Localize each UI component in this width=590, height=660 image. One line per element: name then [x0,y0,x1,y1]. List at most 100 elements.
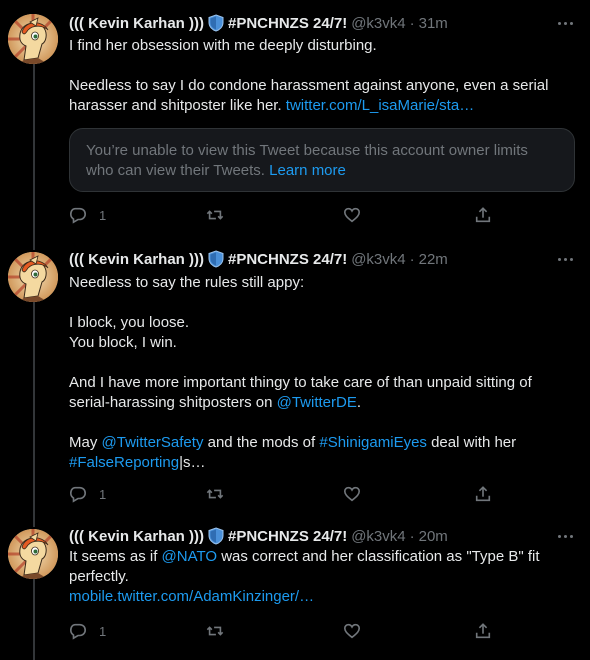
like-button[interactable] [343,205,361,225]
like-button[interactable] [343,484,361,504]
tweet-line: mobile.twitter.com/AdamKinzinger/… [69,587,569,607]
timestamp[interactable]: 22m [419,251,448,268]
display-name[interactable]: ((( Kevin Karhan ))) [69,15,204,32]
share-button[interactable] [474,484,492,504]
tweet-link[interactable]: @NATO [162,548,218,565]
tweet-line: perfectly. [69,567,569,587]
tweet-link[interactable]: #FalseReporting [69,454,179,471]
reply-count: 1 [99,486,107,502]
reply-button[interactable]: 1 [69,484,106,504]
display-name[interactable]: ((( Kevin Karhan ))) [69,528,204,545]
more-icon[interactable] [555,13,575,33]
tweet-link[interactable]: @TwitterSafety [102,434,204,451]
separator: · [409,14,415,32]
tweet-header: ((( Kevin Karhan ))) #PNCHNZS 24/7! @k3v… [69,13,448,33]
tweet-line: Needless to say I do condone harassment … [69,76,569,96]
handle[interactable]: @k3vk4 [351,251,405,268]
tweet-line [69,353,569,373]
tweet-text-segment: And I have more important thingy to take… [69,374,532,391]
retweet-button[interactable] [206,621,224,641]
separator: · [409,527,415,545]
like-button[interactable] [343,621,361,641]
more-icon[interactable] [555,249,575,269]
share-icon [475,486,491,502]
display-name[interactable]: ((( Kevin Karhan ))) [69,251,204,268]
name-tag: #PNCHNZS 24/7! [228,250,348,268]
tweet-text-segment: deal with her [426,434,517,451]
tweet-line: harasser and shitposter like her. twitte… [69,96,569,116]
tweet-text: Needless to say the rules still appy: I b… [69,273,569,473]
tweet-text-segment: I block, you loose. [69,314,190,331]
tweet-header: ((( Kevin Karhan ))) #PNCHNZS 24/7! @k3v… [69,249,448,269]
thread-line [33,60,35,238]
tweet-text: It seems as if @NATO was correct and her… [69,547,569,607]
separator: · [409,250,415,268]
tweet-line: Needless to say the rules still appy: [69,273,569,293]
name-tag: #PNCHNZS 24/7! [228,527,348,545]
tweet-header: ((( Kevin Karhan ))) #PNCHNZS 24/7! @k3v… [69,526,448,546]
tweet-text-segment: Needless to say I do condone harassment … [69,77,549,94]
thread-line [33,515,35,527]
more-icon[interactable] [555,526,575,546]
handle[interactable]: @k3vk4 [351,15,405,32]
tweet-link[interactable]: mobile.twitter.com/AdamKinzinger/… [69,588,314,605]
tweet-line: May @TwitterSafety and the mods of #Shin… [69,433,569,453]
timestamp[interactable]: 20m [419,528,448,545]
tweet-line: You block, I win. [69,333,569,353]
handle[interactable]: @k3vk4 [351,528,405,545]
tweet-text-segment: and the mods of [203,434,320,451]
thread-line [33,238,35,250]
tweet-text-segment: . [356,394,362,411]
timestamp[interactable]: 31m [419,15,448,32]
like-icon [343,623,361,639]
tweet-3[interactable]: ((( Kevin Karhan ))) #PNCHNZS 24/7! @k3v… [0,515,590,660]
tweet-link[interactable]: @TwitterDE [277,394,357,411]
retweet-button[interactable] [206,205,224,225]
tweet-text-segment: serial-harassing shitposters on [69,394,277,411]
tweet-2[interactable]: ((( Kevin Karhan ))) #PNCHNZS 24/7! @k3v… [0,238,590,515]
shield-icon [208,250,224,268]
tweet-line: And I have more important thingy to take… [69,373,569,393]
share-button[interactable] [474,621,492,641]
share-button[interactable] [474,205,492,225]
share-icon [475,623,491,639]
tweet-text-segment: I find her obsession with me deeply dist… [69,37,377,54]
shield-icon [208,14,224,32]
quote-unavailable: You’re unable to view this Tweet because… [69,128,575,192]
name-tag: #PNCHNZS 24/7! [228,14,348,32]
reply-button[interactable]: 1 [69,205,106,225]
tweet-actions: 1 [69,484,499,504]
tweet-line: I block, you loose. [69,313,569,333]
tweet-link[interactable]: #ShinigamiEyes [319,434,427,451]
tweet-line: It seems as if @NATO was correct and her… [69,547,569,567]
reply-button[interactable]: 1 [69,621,106,641]
tweet-text-segment: Needless to say the rules still appy: [69,274,305,291]
retweet-button[interactable] [206,484,224,504]
thread-line [33,300,35,515]
tweet-actions: 1 [69,205,499,225]
tweet-line [69,293,569,313]
tweet-line [69,56,569,76]
avatar[interactable] [8,252,58,302]
tweet-text-segment: It seems as if [69,548,162,565]
like-icon [343,486,361,502]
tweet-text-segment: May [69,434,102,451]
tweet-link[interactable]: twitter.com/L_isaMarie/sta… [286,97,474,114]
reply-icon [69,207,87,224]
thread-line [33,577,35,660]
tweet-text-segment: perfectly. [69,568,129,585]
avatar[interactable] [8,14,58,64]
reply-icon [69,623,87,640]
tweet-line: I find her obsession with me deeply dist… [69,36,569,56]
avatar[interactable] [8,529,58,579]
tweet-line: #FalseReporting|s… [69,453,569,473]
like-icon [343,207,361,223]
tweet-text-segment: |s… [179,454,206,471]
retweet-icon [206,489,224,499]
reply-icon [69,486,87,503]
tweet-actions: 1 [69,621,499,641]
learn-more-link[interactable]: Learn more [269,162,346,179]
share-icon [475,207,491,223]
tweet-1[interactable]: ((( Kevin Karhan ))) #PNCHNZS 24/7! @k3v… [0,0,590,238]
tweet-line [69,413,569,433]
